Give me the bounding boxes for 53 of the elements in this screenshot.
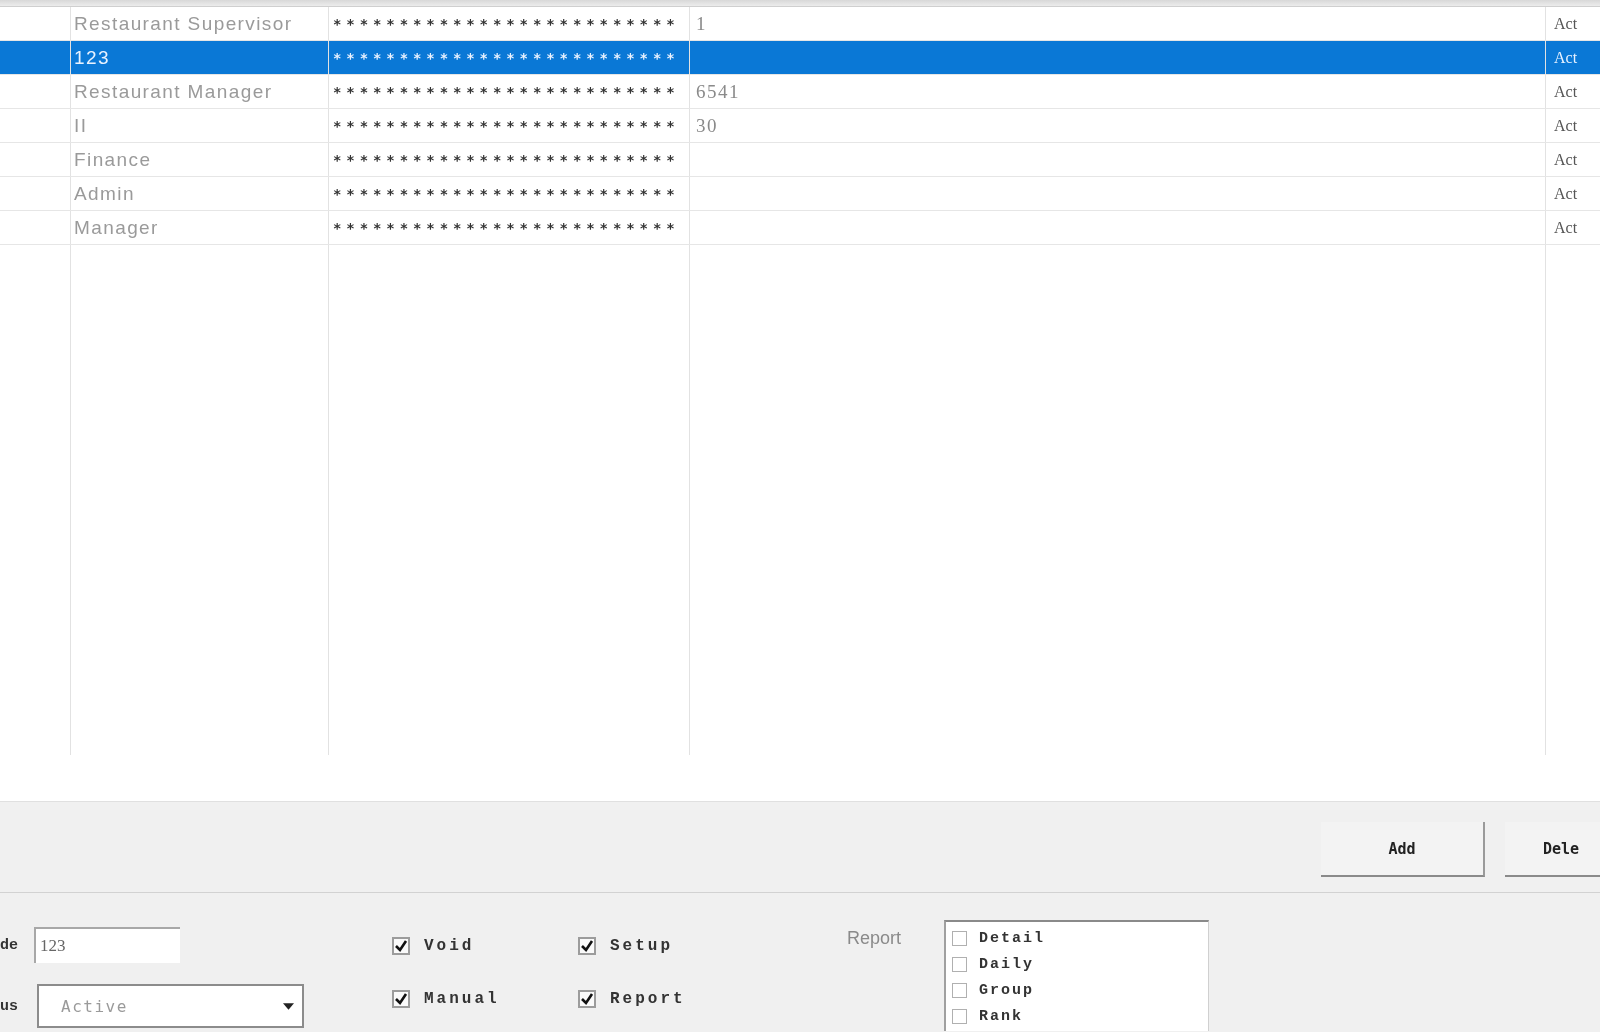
caret-icon (283, 1002, 294, 1010)
table-cell-text: Manager (73, 216, 159, 239)
table-row[interactable]: Manager ************************** Act (0, 211, 1600, 245)
code-input[interactable]: 123 (34, 927, 180, 963)
table-cell-text: 123 (73, 46, 110, 69)
field-label: de (0, 936, 19, 954)
table-cell-text: 1 (695, 12, 707, 35)
checkbox-label: Report (610, 990, 686, 1008)
table-cell-text: ************************** (332, 219, 680, 236)
table-cell-text: Act (1553, 218, 1578, 237)
table-cell-text: Act (1553, 150, 1578, 169)
table-cell-text: II (73, 114, 88, 137)
checkbox-label: Void (424, 937, 475, 955)
table-cell-text: Act (1553, 82, 1578, 101)
action-button[interactable]: Add (1321, 822, 1485, 877)
checkbox-label: Daily (979, 955, 1034, 973)
table-cell-text: ************************** (332, 49, 680, 66)
checkbox[interactable] (578, 937, 596, 955)
table-cell-text: 30 (695, 114, 718, 137)
table-cell-text: 6541 (695, 80, 740, 103)
table-cell-text: ************************** (332, 15, 680, 32)
field-label: Report (847, 928, 903, 949)
table-cell-text: Act (1553, 116, 1578, 135)
checkbox-label: Rank (979, 1007, 1023, 1025)
table-cell-text: Act (1553, 184, 1578, 203)
table-row[interactable]: Restaurant Supervisor ************************** 1 Act (0, 7, 1600, 41)
checkbox[interactable] (392, 937, 410, 955)
checkbox-label: Detail (979, 929, 1045, 947)
table-cell-text: ************************** (332, 185, 680, 202)
checkbox[interactable] (952, 930, 967, 946)
checkbox-label: Manual (424, 990, 500, 1008)
checkbox[interactable] (952, 982, 967, 998)
checkbox[interactable] (392, 990, 410, 1008)
table-cell-text: Act (1553, 48, 1578, 67)
table-row[interactable]: Finance ************************** Act (0, 143, 1600, 177)
field-label: us (0, 997, 19, 1015)
table-row[interactable]: 123 ************************** Act (0, 41, 1600, 75)
table-cell-text: ************************** (332, 83, 680, 100)
checkbox[interactable] (952, 956, 967, 972)
table-cell-text: ************************** (332, 151, 680, 168)
table-row[interactable]: II ************************** 30 Act (0, 109, 1600, 143)
checkbox[interactable] (578, 990, 596, 1008)
table-cell-text: Restaurant Manager (73, 80, 273, 103)
checkbox-label: Setup (610, 937, 673, 955)
table-cell-text: Act (1553, 14, 1578, 33)
table-row[interactable]: Restaurant Manager ************************** 6541 Act (0, 75, 1600, 109)
table-row[interactable]: Admin ************************** Act (0, 177, 1600, 211)
table-cell-text: Finance (73, 148, 152, 171)
table-cell-text: Restaurant Supervisor (73, 12, 293, 35)
checkbox[interactable] (952, 1008, 967, 1024)
checkbox-label: Group (979, 981, 1034, 999)
table-cell-text: ************************** (332, 117, 680, 134)
table-cell-text: Admin (73, 182, 135, 205)
